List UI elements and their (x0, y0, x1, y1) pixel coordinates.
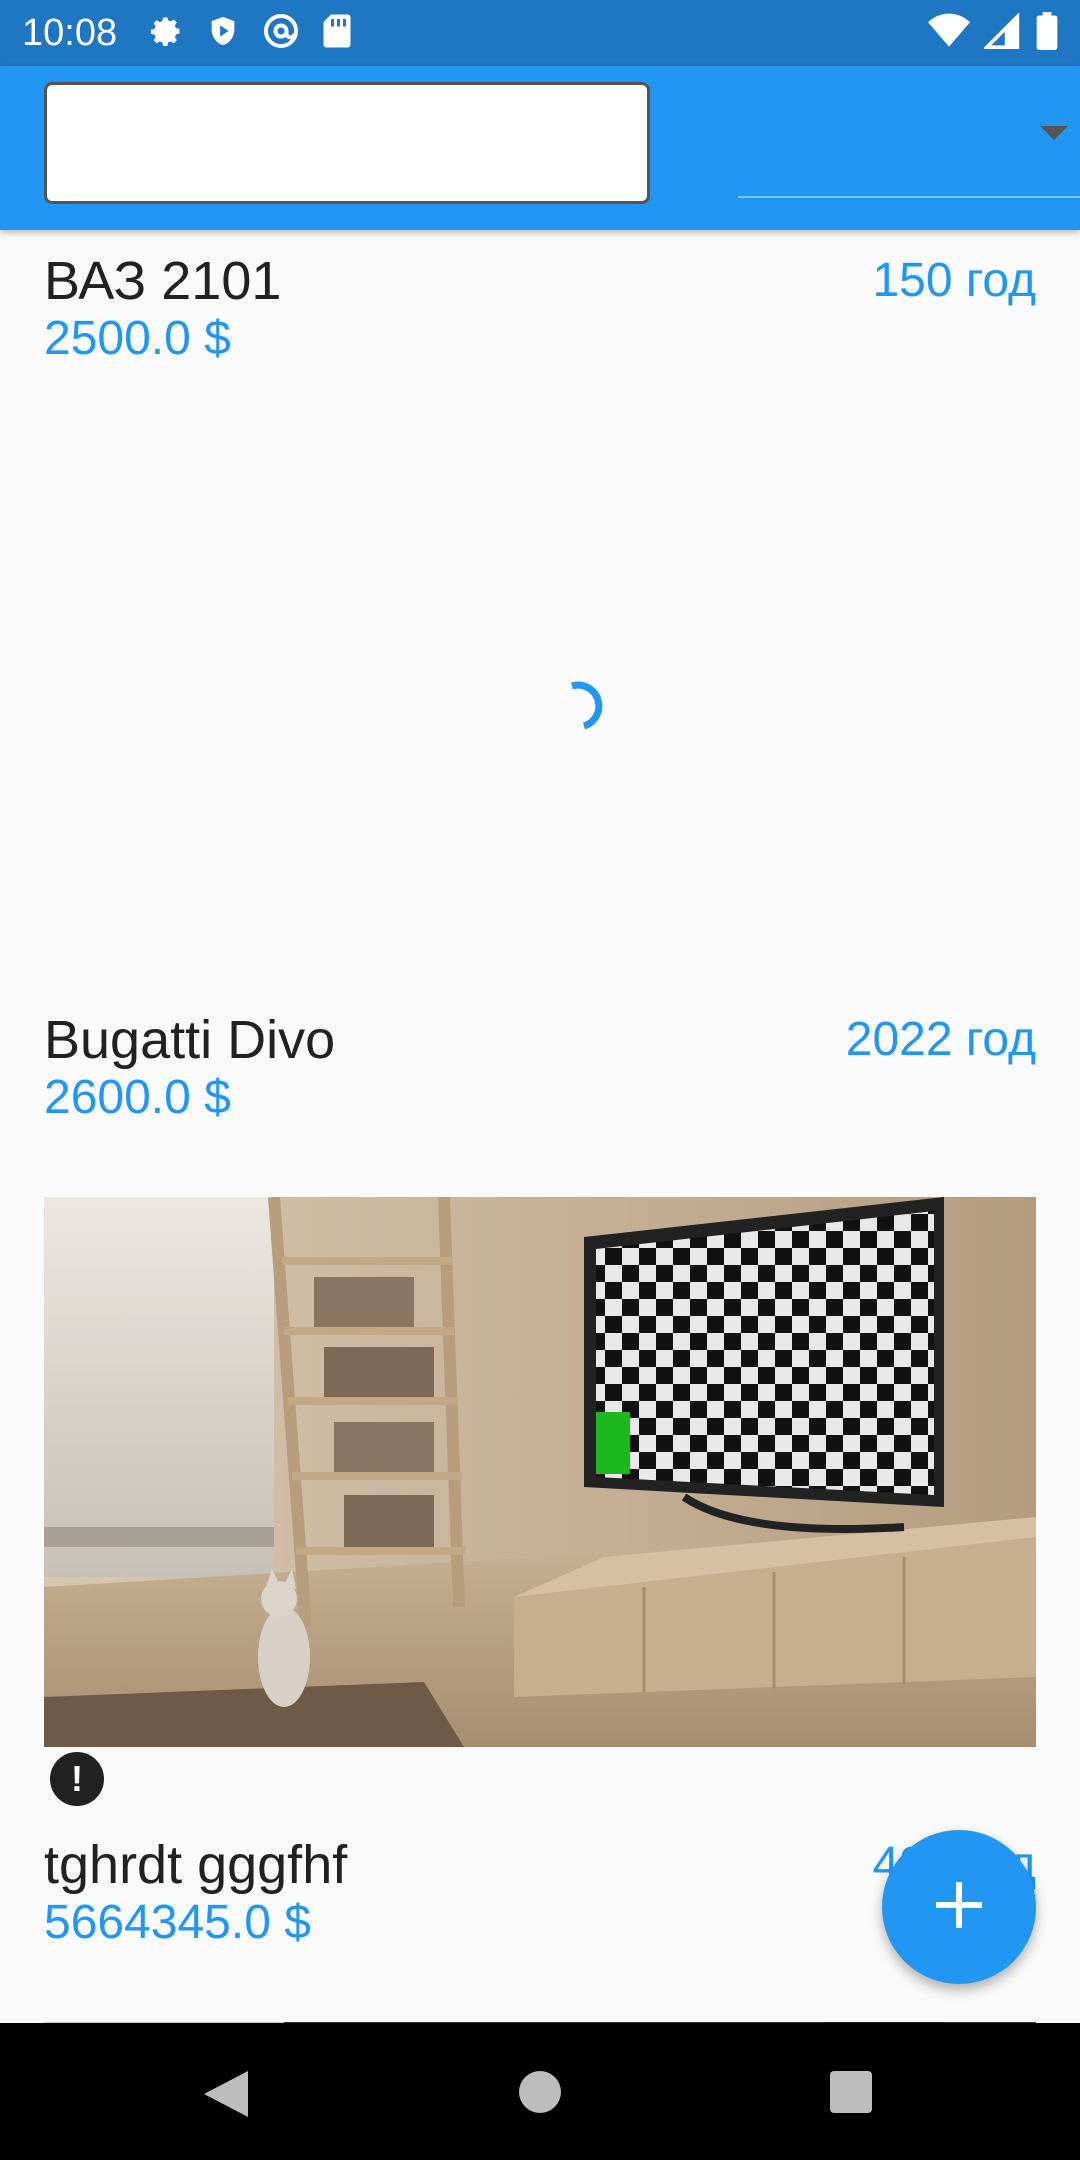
car-title: Bugatti Divo (44, 1010, 336, 1070)
add-car-button[interactable] (882, 1830, 1036, 1984)
loading-spinner-icon (546, 662, 626, 742)
at-sign-icon (262, 12, 300, 55)
car-year: 150 год (872, 254, 1036, 307)
search-input[interactable] (44, 82, 650, 204)
battery-icon (1036, 11, 1058, 55)
shield-icon (206, 13, 240, 54)
car-title: tghrdt gggfhf (44, 1835, 348, 1895)
settings-icon (148, 13, 184, 54)
car-photo (44, 1197, 1036, 1747)
car-price: 2500.0 $ (44, 312, 231, 365)
status-icons-right (928, 11, 1058, 55)
back-icon[interactable] (204, 2071, 248, 2122)
signal-icon (982, 11, 1022, 54)
status-bar: 10:08 (0, 0, 1080, 66)
status-time: 10:08 (22, 12, 118, 54)
dropdown-arrow-icon (1040, 126, 1068, 140)
car-list[interactable]: ВАЗ 2101 150 год 2500.0 $ Bugatti Divo 2… (0, 230, 1080, 2023)
status-icons-left (148, 12, 352, 54)
car-list-item[interactable]: ВАЗ 2101 150 год 2500.0 $ (44, 250, 1036, 370)
home-icon[interactable] (519, 2071, 561, 2113)
plus-icon (936, 1881, 982, 1933)
error-icon: ! (50, 1752, 104, 1806)
car-list-item[interactable]: Bugatti Divo 2022 год 2600.0 $ (44, 1009, 1036, 1129)
car-year: 2022 год (845, 1013, 1036, 1066)
system-nav-bar (0, 2023, 1080, 2160)
recents-icon[interactable] (830, 2071, 872, 2113)
app-bar (0, 66, 1080, 230)
sd-card-icon (322, 13, 352, 54)
car-title: ВАЗ 2101 (44, 251, 282, 311)
car-price: 5664345.0 $ (44, 1896, 311, 1949)
car-price: 2600.0 $ (44, 1071, 231, 1124)
sort-dropdown[interactable] (738, 92, 1080, 198)
wifi-icon (928, 13, 970, 54)
